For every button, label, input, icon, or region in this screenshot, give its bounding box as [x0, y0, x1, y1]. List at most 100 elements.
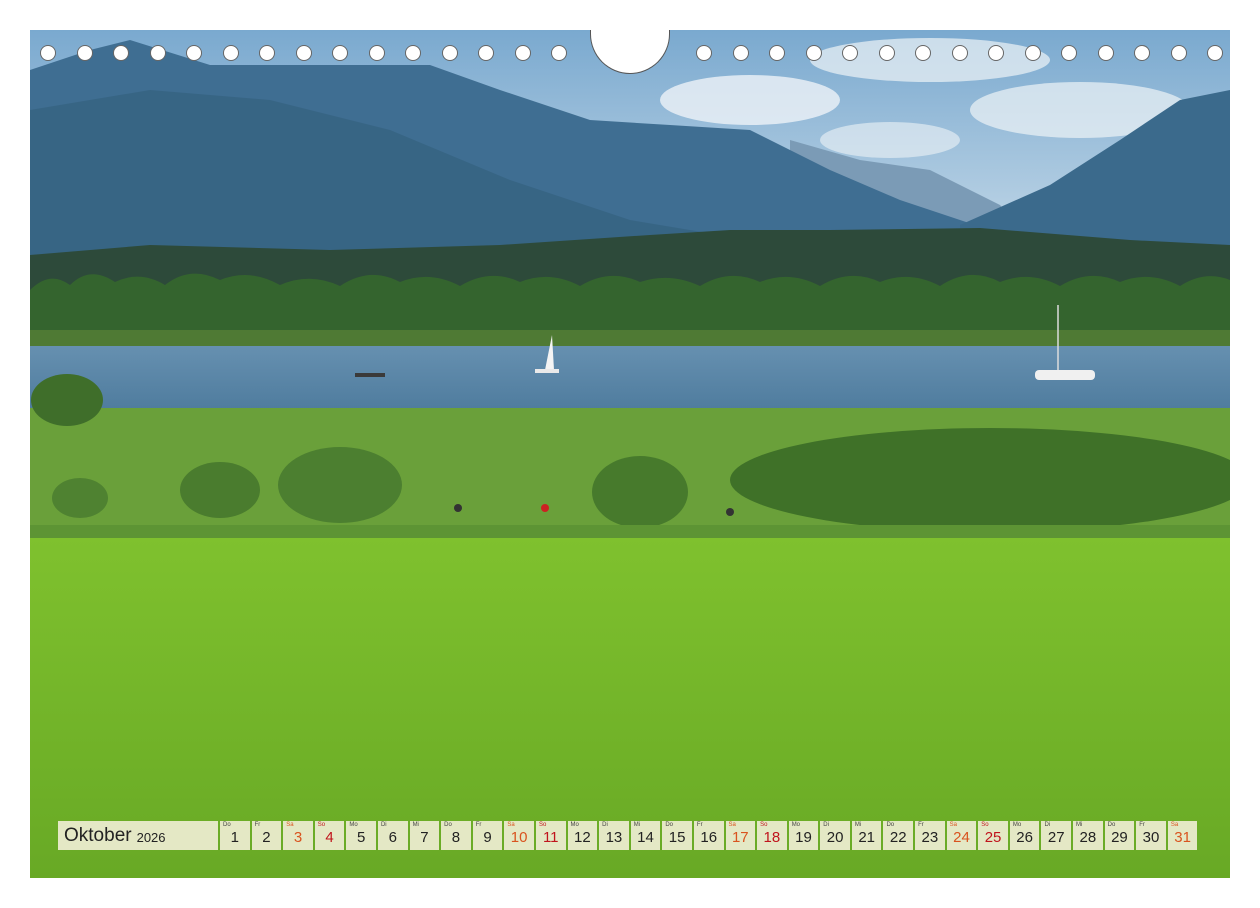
day-of-week: Di	[823, 822, 829, 828]
day-number: 12	[573, 829, 591, 846]
day-number: 23	[921, 829, 939, 846]
day-number: 27	[1047, 829, 1065, 846]
day-of-week: Mo	[1012, 822, 1022, 828]
day-of-week: Di	[602, 822, 608, 828]
calendar-day: Di 13	[599, 821, 629, 850]
calendar-strip: Oktober 2026 Do 1 Fr 2 Sa 3 So 4 Mo 5 Di 6 Mi 7 Do 8 Fr 9…	[58, 821, 1198, 850]
calendar-day: Fr 2	[251, 821, 282, 850]
day-of-week: Mi	[1076, 822, 1083, 828]
day-number: 13	[605, 829, 623, 846]
day-of-week: Mo	[791, 822, 801, 828]
day-of-week: Fr	[918, 822, 924, 828]
calendar-day: Do 1	[220, 821, 250, 850]
day-number: 17	[731, 829, 749, 846]
cyclist	[726, 508, 734, 516]
calendar-day: Sa 3	[283, 821, 313, 850]
day-number: 1	[230, 829, 239, 846]
day-number: 11	[542, 829, 559, 846]
calendar-day: Mi 28	[1073, 821, 1103, 850]
calendar-day: So 11	[535, 821, 566, 850]
day-of-week: So	[981, 822, 989, 828]
day-of-week: So	[538, 822, 547, 828]
cloud	[820, 122, 960, 158]
yacht-hull	[1035, 370, 1095, 380]
lake-landscape-illustration	[30, 30, 1230, 878]
day-number: 14	[637, 829, 654, 846]
bush	[52, 478, 108, 518]
calendar-day: Fr 23	[915, 821, 945, 850]
day-number: 20	[826, 829, 844, 846]
day-number: 4	[325, 829, 334, 846]
cloud	[660, 75, 840, 125]
day-of-week: Fr	[1139, 822, 1145, 828]
day-of-week: Do	[665, 822, 673, 828]
day-of-week: Mi	[854, 822, 862, 828]
day-number: 16	[700, 829, 718, 846]
calendar-month: Oktober	[64, 824, 132, 846]
calendar-day: So 25	[978, 821, 1008, 850]
day-number: 3	[293, 829, 303, 846]
day-number: 28	[1079, 829, 1097, 846]
calendar-day: Mi 14	[630, 821, 661, 850]
calendar-day: Di 6	[377, 821, 408, 850]
day-of-week: Fr	[475, 822, 482, 828]
day-of-week: Sa	[507, 822, 515, 828]
calendar-day: Sa 24	[946, 821, 977, 850]
day-of-week: Do	[444, 822, 452, 828]
calendar-day: So 4	[314, 821, 345, 850]
calendar-day: So 18	[757, 821, 787, 850]
day-number: 15	[668, 829, 686, 846]
day-number: 19	[795, 829, 812, 846]
calendar-day: Do 22	[883, 821, 914, 850]
calendar-day: Mo 12	[567, 821, 598, 850]
day-of-week: So	[760, 822, 768, 828]
calendar-day: Fr 9	[472, 821, 503, 850]
day-number: 25	[984, 829, 1002, 846]
calendar-day: Mi 21	[851, 821, 882, 850]
day-of-week: Sa	[1170, 822, 1179, 828]
calendar-day: Do 15	[662, 821, 692, 850]
day-number: 5	[357, 829, 366, 846]
day-of-week: So	[317, 822, 326, 828]
day-of-week: Mo	[349, 822, 358, 828]
calendar-day: Sa 31	[1167, 821, 1198, 850]
day-of-week: Fr	[254, 822, 261, 828]
calendar-day: Do 8	[441, 821, 471, 850]
day-of-week: Sa	[949, 822, 957, 828]
day-number: 24	[953, 829, 970, 846]
calendar-day: Do 29	[1104, 821, 1135, 850]
bush	[592, 456, 688, 528]
calendar-day: Fr 30	[1136, 821, 1166, 850]
day-of-week: Mo	[570, 822, 579, 828]
day-number: 26	[1016, 829, 1033, 846]
calendar-day: Mo 19	[788, 821, 819, 850]
day-number: 30	[1142, 829, 1160, 846]
calendar-day: Di 27	[1041, 821, 1072, 850]
hedge	[730, 428, 1230, 532]
day-number: 9	[483, 829, 492, 846]
day-of-week: Di	[1044, 822, 1051, 828]
calendar-day: Mi 7	[409, 821, 440, 850]
bush	[278, 447, 402, 523]
day-number: 8	[451, 829, 461, 846]
landscape-photo	[30, 30, 1230, 878]
day-number: 29	[1111, 829, 1128, 846]
calendar-year: 2026	[136, 830, 166, 845]
day-number: 18	[763, 829, 781, 846]
calendar-day: Sa 10	[504, 821, 534, 850]
sailboat-hull	[535, 369, 559, 373]
cyclist	[541, 504, 549, 512]
bush	[180, 462, 260, 518]
day-of-week: Mi	[633, 822, 641, 828]
cyclist	[454, 504, 462, 512]
calendar-day: Fr 16	[693, 821, 724, 850]
calendar-day: Sa 17	[725, 821, 756, 850]
day-of-week: Sa	[286, 822, 294, 828]
bush	[31, 374, 103, 426]
calendar-day: Mo 5	[346, 821, 376, 850]
calendar-day: Di 20	[820, 821, 850, 850]
day-number: 2	[262, 829, 271, 846]
calendar-day: Mo 26	[1009, 821, 1040, 850]
cloud	[810, 38, 1050, 82]
day-of-week: Fr	[696, 822, 703, 828]
